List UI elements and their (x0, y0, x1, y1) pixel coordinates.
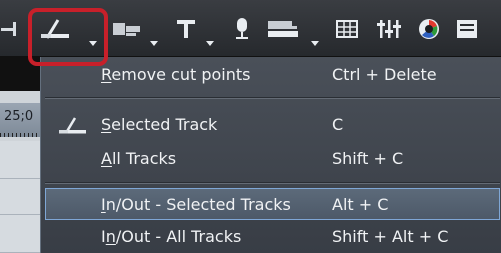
cut-point-menu: Remove cut points Ctrl + Delete Selected… (40, 57, 501, 253)
timeline-ticks (0, 133, 40, 137)
menu-separator (45, 97, 500, 99)
menu-item-selected-track[interactable]: Selected Track C (41, 109, 501, 141)
panel-icon[interactable] (456, 0, 501, 57)
menu-item-shortcut: Ctrl + Delete (332, 65, 437, 84)
microphone-icon[interactable] (228, 0, 256, 57)
toolbar (0, 0, 501, 66)
transfer-dropdown-icon[interactable] (311, 39, 319, 47)
menu-item-label: Selected Track (101, 115, 218, 134)
partial-icon[interactable] (0, 0, 22, 57)
menu-item-shortcut: Alt + C (332, 195, 389, 214)
audio-mixer-icon[interactable] (372, 0, 406, 57)
menu-item-shortcut: Shift + C (332, 149, 404, 168)
transfer-icon[interactable] (262, 0, 302, 57)
menu-item-inout-selected-tracks[interactable]: In/Out - Selected Tracks Alt + C (45, 188, 500, 220)
menu-item-inout-all-tracks[interactable]: In/Out - All Tracks Shift + Alt + C (41, 221, 501, 253)
menu-item-all-tracks[interactable]: All Tracks Shift + C (41, 143, 501, 175)
track-row[interactable] (0, 141, 40, 179)
menu-item-shortcut: Shift + Alt + C (332, 227, 449, 246)
menu-item-label: In/Out - All Tracks (101, 227, 242, 246)
track-row[interactable] (0, 215, 40, 253)
menu-item-label: In/Out - Selected Tracks (101, 195, 291, 214)
menu-item-remove-cut-points[interactable]: Remove cut points Ctrl + Delete (41, 59, 501, 91)
video-layout-dropdown-icon[interactable] (150, 39, 158, 47)
title-dropdown-icon[interactable] (206, 39, 214, 47)
menu-item-shortcut: C (332, 115, 344, 134)
color-correction-icon[interactable] (412, 0, 446, 57)
grid-icon[interactable] (330, 0, 364, 57)
menu-item-label: Remove cut points (101, 65, 251, 84)
title-icon[interactable] (170, 0, 204, 57)
track-row[interactable] (0, 179, 40, 215)
menu-separator (45, 182, 500, 184)
video-layout-icon[interactable] (110, 0, 144, 57)
timeline-panel: 25;0 (0, 57, 40, 253)
selection-highlight-box (28, 8, 108, 66)
timecode-label: 25;0 (4, 109, 34, 124)
menu-item-label: All Tracks (101, 149, 177, 168)
